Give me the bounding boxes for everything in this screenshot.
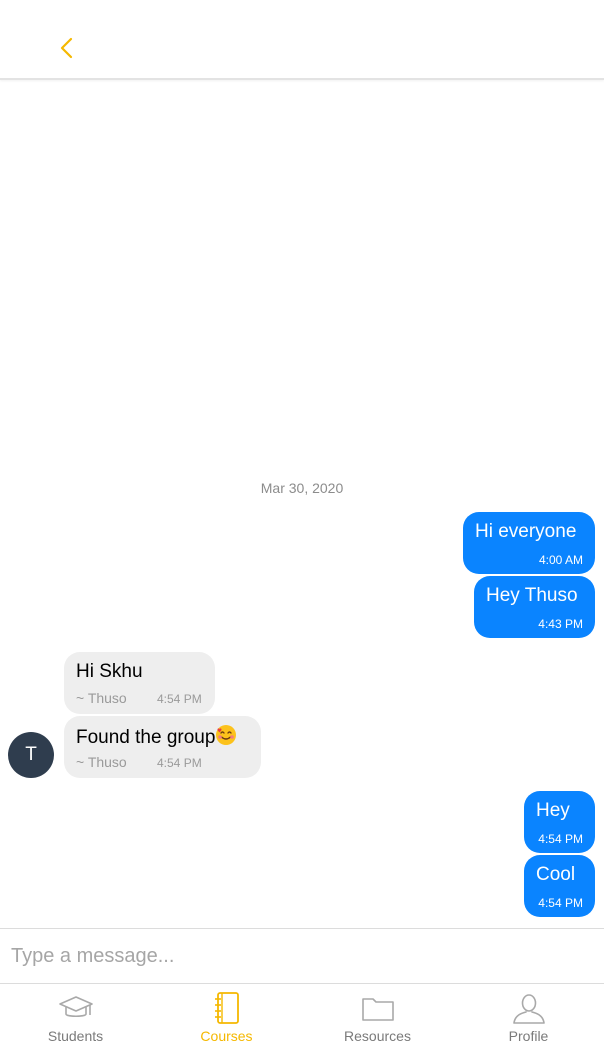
message-list[interactable]: Mar 30, 2020 Hi everyone 4:00 AM Hey Thu… bbox=[0, 80, 604, 928]
smiling-face-with-hearts-icon bbox=[216, 725, 237, 745]
message-text: Cool bbox=[536, 864, 576, 885]
avatar-initial: T bbox=[25, 744, 37, 765]
message-time: 4:54 PM bbox=[538, 896, 583, 910]
message-text: Found the group bbox=[76, 727, 216, 748]
folder-icon bbox=[361, 998, 394, 1021]
graduation-cap-icon bbox=[58, 996, 93, 1018]
message-bubble-outgoing[interactable]: Hey Thuso 4:43 PM bbox=[474, 576, 595, 638]
message-time: 4:00 AM bbox=[538, 553, 583, 567]
message-text-row: Found the group bbox=[76, 724, 249, 750]
message-time: 4:54 PM bbox=[157, 692, 202, 706]
tab-label: Courses bbox=[200, 1028, 253, 1044]
notebook-icon bbox=[214, 992, 239, 1024]
chat-screen: Mar 30, 2020 Hi everyone 4:00 AM Hey Thu… bbox=[0, 0, 604, 1044]
chevron-left-icon bbox=[60, 37, 73, 59]
bottom-tab-bar: Students Courses Resources Profile bbox=[0, 984, 604, 1044]
message-bubble-outgoing[interactable]: Hi everyone 4:00 AM bbox=[463, 512, 595, 574]
tab-profile[interactable]: Profile bbox=[453, 984, 604, 1044]
message-bubble-outgoing[interactable]: Cool 4:54 PM bbox=[524, 855, 595, 917]
message-time: 4:43 PM bbox=[538, 617, 583, 631]
app-header bbox=[0, 0, 604, 80]
message-text: Hi Skhu bbox=[76, 661, 143, 682]
avatar[interactable]: T bbox=[8, 732, 54, 778]
message-composer bbox=[0, 928, 604, 984]
message-sender: ~ Thuso bbox=[76, 690, 127, 706]
user-icon bbox=[512, 994, 545, 1024]
message-text: Hey bbox=[536, 800, 570, 821]
message-sender: ~ Thuso bbox=[76, 754, 127, 770]
date-separator: Mar 30, 2020 bbox=[260, 480, 344, 496]
tab-label: Students bbox=[47, 1028, 104, 1044]
message-input[interactable] bbox=[0, 929, 604, 983]
tab-label: Resources bbox=[344, 1028, 411, 1044]
message-bubble-incoming[interactable]: Hi Skhu ~ Thuso 4:54 PM bbox=[64, 652, 215, 714]
message-time: 4:54 PM bbox=[157, 756, 202, 770]
message-time: 4:54 PM bbox=[538, 832, 583, 846]
tab-students[interactable]: Students bbox=[0, 984, 151, 1044]
tab-courses[interactable]: Courses bbox=[151, 984, 302, 1044]
back-button[interactable] bbox=[50, 30, 84, 66]
message-text: Hey Thuso bbox=[486, 585, 578, 606]
message-bubble-outgoing[interactable]: Hey 4:54 PM bbox=[524, 791, 595, 853]
tab-label: Profile bbox=[508, 1028, 549, 1044]
message-text: Hi everyone bbox=[475, 521, 577, 542]
tab-resources[interactable]: Resources bbox=[302, 984, 453, 1044]
message-bubble-incoming[interactable]: Found the group ~ Thuso 4:54 PM bbox=[64, 716, 261, 778]
